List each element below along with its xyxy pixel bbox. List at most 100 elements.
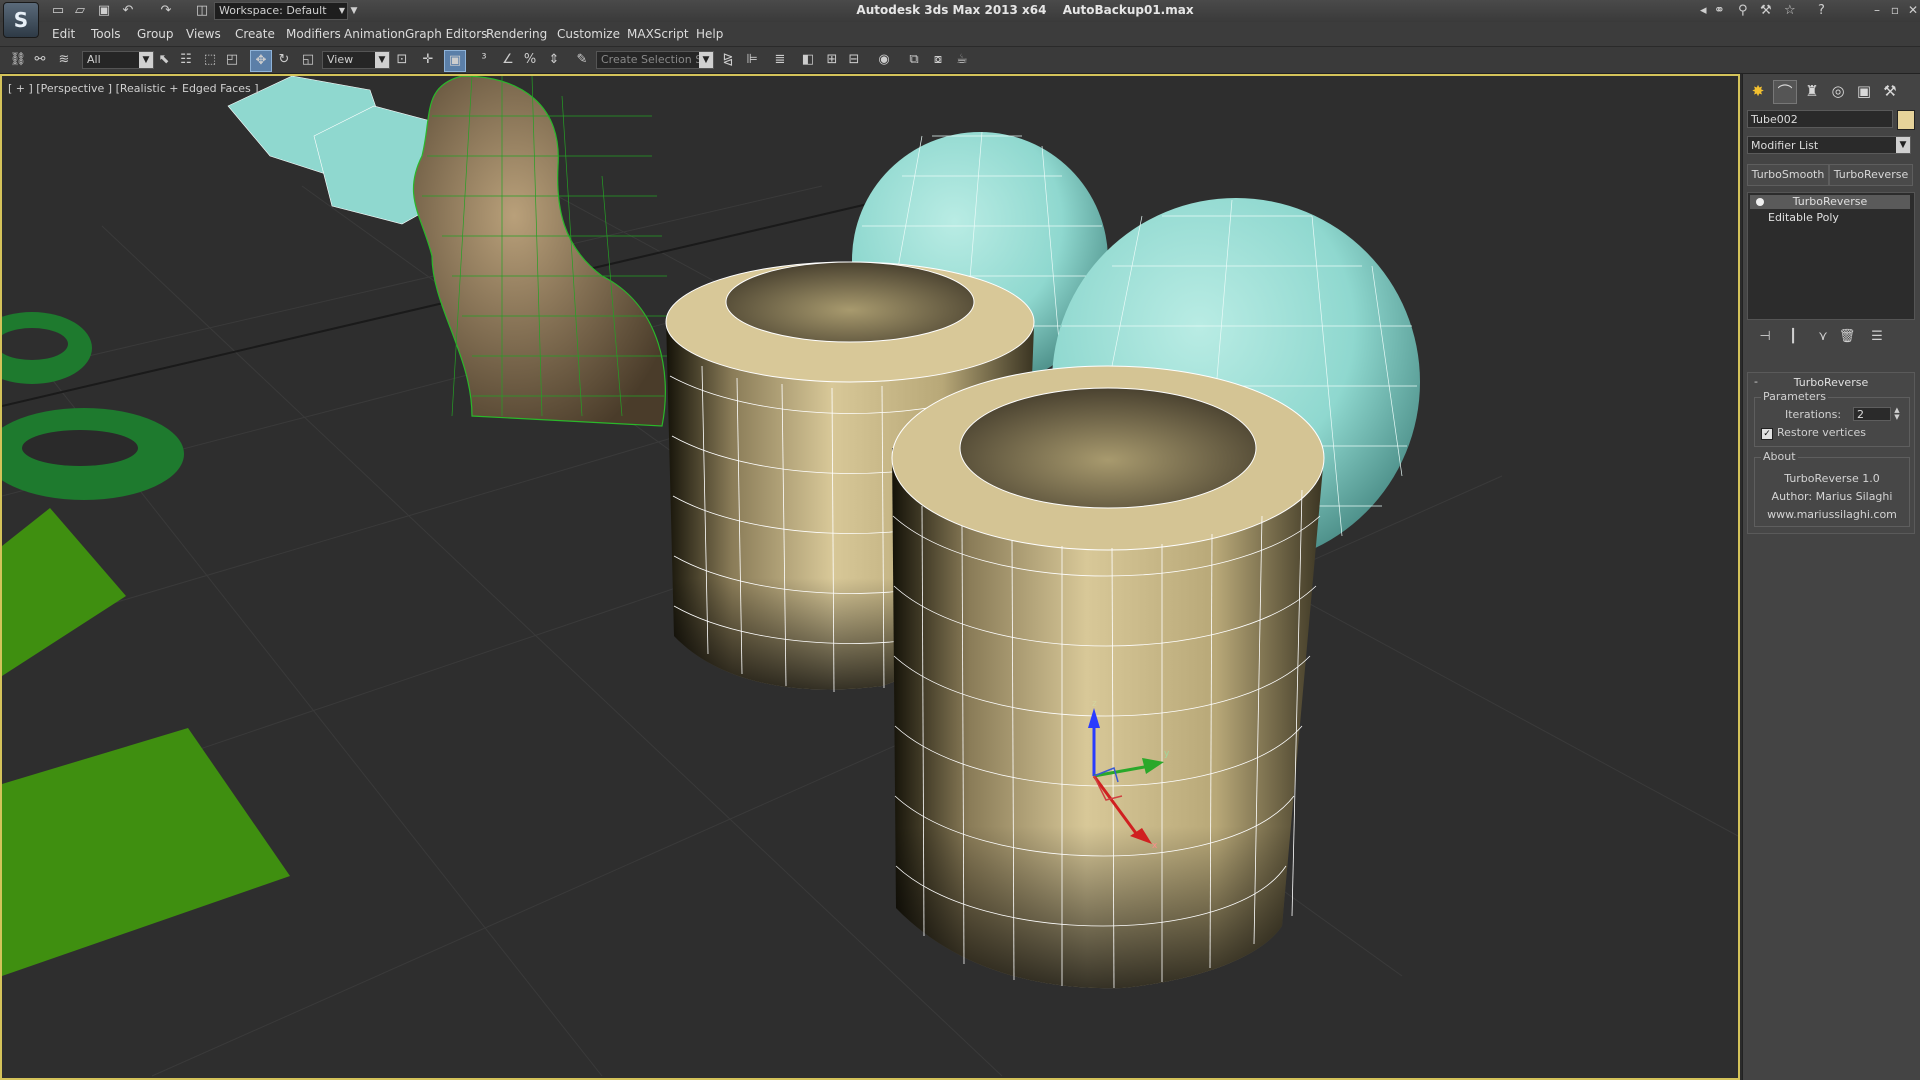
modifier-list-label: Modifier List — [1751, 139, 1819, 152]
selection-filter-dropdown[interactable]: All ▼ — [82, 51, 154, 69]
make-unique-icon[interactable]: ⋎ — [1813, 328, 1833, 346]
keyboard-shortcut-override-icon[interactable]: ▣ — [444, 50, 466, 72]
turboreverse-button[interactable]: TurboReverse — [1829, 164, 1913, 186]
configure-modifier-sets-icon[interactable]: ☰ — [1867, 328, 1887, 346]
chevron-down-icon: ▼ — [1896, 137, 1910, 153]
menu-customize[interactable]: Customize — [557, 27, 620, 41]
search-arrow-icon[interactable]: ◂ — [1700, 3, 1707, 18]
stack-item-label: Editable Poly — [1768, 211, 1839, 224]
motion-tab-icon[interactable]: ◎ — [1827, 80, 1849, 102]
curve-editor-icon[interactable]: ⊞ — [822, 50, 842, 70]
communication-center-icon[interactable]: ⚲ — [1738, 3, 1748, 18]
parameters-group: Parameters Iterations: 2 ▲ ▼ ✓ Restore ve… — [1754, 390, 1910, 447]
angle-snap-icon[interactable]: ∠ — [498, 50, 518, 70]
menu-maxscript[interactable]: MAXScript — [627, 27, 689, 41]
menu-animation[interactable]: Animation — [344, 27, 405, 41]
menu-help[interactable]: Help — [696, 27, 723, 41]
viewport-scene: z y x — [2, 76, 1738, 1077]
select-and-rotate-icon[interactable]: ↻ — [274, 50, 294, 70]
hierarchy-tab-icon[interactable]: ♜ — [1801, 80, 1823, 102]
binoculars-icon[interactable]: ⚭ — [1714, 3, 1725, 18]
menu-create[interactable]: Create — [235, 27, 275, 41]
pin-stack-icon[interactable]: ⊣ — [1755, 328, 1775, 346]
about-group: About TurboReverse 1.0 Author: Marius Si… — [1754, 450, 1910, 527]
stack-item-editable-poly[interactable]: Editable Poly — [1750, 211, 1920, 225]
reference-coordinate-dropdown[interactable]: View ▼ — [322, 51, 390, 69]
about-website[interactable]: www.mariussilaghi.com — [1755, 508, 1909, 521]
pivot-center-icon[interactable]: ⊡ — [392, 50, 412, 70]
spinner-snap-icon[interactable]: ⇕ — [544, 50, 564, 70]
named-selection-sets-field[interactable]: Create Selection Se ▼ — [596, 51, 714, 69]
menu-group[interactable]: Group — [137, 27, 174, 41]
menu-edit[interactable]: Edit — [52, 27, 75, 41]
select-and-move-icon[interactable]: ✥ — [250, 50, 272, 72]
render-production-icon[interactable]: ☕ — [952, 50, 972, 70]
green-plane-top — [2, 508, 126, 676]
window-title: Autodesk 3ds Max 2013 x64 AutoBackup01.m… — [0, 3, 1920, 17]
menu-rendering[interactable]: Rendering — [486, 27, 547, 41]
turboreverse-rollout: - TurboReverse Parameters Iterations: 2 … — [1747, 372, 1915, 534]
select-object-icon[interactable]: ⬉ — [154, 50, 174, 70]
parameters-label: Parameters — [1761, 390, 1828, 403]
tube-front-selected — [891, 365, 1325, 989]
snaps-toggle-icon[interactable]: ³ — [474, 50, 494, 70]
align-icon[interactable]: ⊫ — [742, 50, 762, 70]
help-icon[interactable]: ? — [1818, 3, 1825, 18]
subscription-icon[interactable]: ⚒ — [1760, 3, 1772, 18]
restore-vertices-checkbox[interactable]: ✓ — [1761, 428, 1773, 440]
modify-tab-icon[interactable]: ⌒ — [1773, 80, 1797, 104]
object-color-swatch[interactable] — [1897, 110, 1915, 130]
material-editor-icon[interactable]: ◉ — [874, 50, 894, 70]
app-logo-button[interactable]: S — [3, 2, 39, 38]
remove-modifier-icon[interactable]: 🗑 — [1837, 328, 1857, 346]
mirror-icon[interactable]: ⧎ — [718, 50, 738, 70]
main-toolbar: ⛓ ⚯ ≋ All ▼ ⬉ ☷ ⬚ ◰ ✥ ↻ ◱ View ▼ ⊡ ✛ ▣ ³… — [0, 47, 1920, 74]
menu-views[interactable]: Views — [186, 27, 221, 41]
gizmo-x-label: x — [1152, 841, 1158, 851]
object-name-field[interactable]: Tube002 — [1747, 110, 1893, 128]
rectangular-selection-icon[interactable]: ⬚ — [200, 50, 220, 70]
edit-named-selections-icon[interactable]: ✎ — [572, 50, 592, 70]
rollout-title[interactable]: TurboReverse — [1748, 376, 1914, 389]
display-tab-icon[interactable]: ▣ — [1853, 80, 1875, 102]
modifier-stack[interactable]: TurboReverse Editable Poly — [1747, 192, 1915, 320]
maximize-button[interactable]: ▫ — [1886, 3, 1904, 17]
select-by-name-icon[interactable]: ☷ — [176, 50, 196, 70]
bind-space-warp-icon[interactable]: ≋ — [54, 50, 74, 70]
utilities-tab-icon[interactable]: ⚒ — [1879, 80, 1901, 102]
close-button[interactable]: ✕ — [1904, 3, 1920, 17]
graphite-toggle-icon[interactable]: ◧ — [798, 50, 818, 70]
show-end-result-icon[interactable]: ┃ — [1783, 328, 1803, 346]
perspective-viewport[interactable]: z y x [ + ] [Perspective ] [Realistic + … — [0, 74, 1740, 1080]
turbosmooth-button[interactable]: TurboSmooth — [1747, 164, 1829, 186]
create-tab-icon[interactable]: ✸ — [1747, 80, 1769, 102]
green-torus-lower — [2, 408, 184, 500]
rendered-frame-window-icon[interactable]: ⧇ — [928, 50, 948, 70]
stack-item-turboreverse[interactable]: TurboReverse — [1750, 195, 1910, 209]
about-label: About — [1761, 450, 1798, 463]
viewport-label[interactable]: [ + ] [Perspective ] [Realistic + Edged … — [8, 82, 259, 95]
menu-graph-editors[interactable]: Graph Editors — [405, 27, 487, 41]
render-setup-icon[interactable]: ⧉ — [904, 50, 924, 70]
chevron-down-icon: ▼ — [375, 52, 389, 68]
link-icon[interactable]: ⛓ — [8, 50, 28, 70]
modifier-list-dropdown[interactable]: Modifier List ▼ — [1747, 136, 1911, 154]
spinner-arrows-icon[interactable]: ▲ ▼ — [1893, 407, 1901, 421]
about-author: Author: Marius Silaghi — [1771, 490, 1893, 503]
manipulate-icon[interactable]: ✛ — [418, 50, 438, 70]
menu-modifiers[interactable]: Modifiers — [286, 27, 341, 41]
minimize-button[interactable]: – — [1868, 3, 1886, 17]
menu-bar: Edit Tools Group Views Create Modifiers … — [0, 22, 1920, 47]
green-torus-upper — [2, 312, 92, 384]
window-crossing-icon[interactable]: ◰ — [222, 50, 242, 70]
lightbulb-icon[interactable] — [1756, 198, 1764, 206]
favorites-star-icon[interactable]: ☆ — [1784, 3, 1796, 18]
iterations-spinner[interactable]: 2 — [1853, 407, 1891, 421]
unlink-icon[interactable]: ⚯ — [30, 50, 50, 70]
menu-tools[interactable]: Tools — [91, 27, 121, 41]
percent-snap-icon[interactable]: % — [520, 50, 540, 70]
schematic-view-icon[interactable]: ⊟ — [844, 50, 864, 70]
select-and-scale-icon[interactable]: ◱ — [298, 50, 318, 70]
layer-manager-icon[interactable]: ≣ — [770, 50, 790, 70]
reference-coordinate-value: View — [327, 53, 354, 66]
